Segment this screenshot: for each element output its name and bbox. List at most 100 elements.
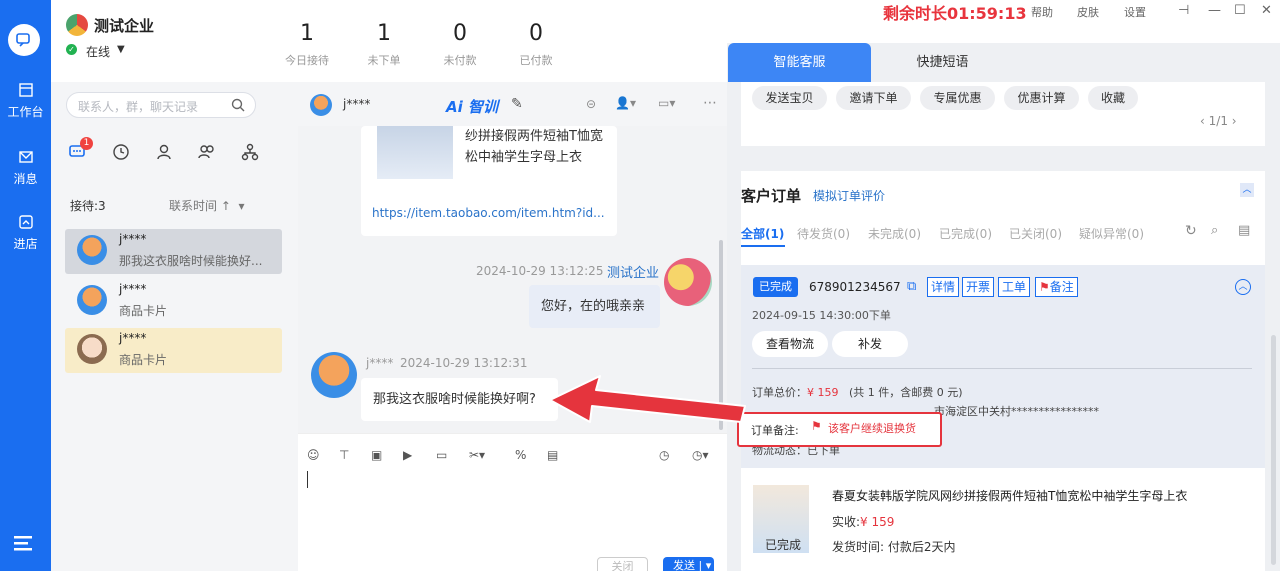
clipboard-icon[interactable]: ▤ — [547, 448, 558, 462]
close-chat-button[interactable]: 关闭 — [597, 557, 648, 571]
video-upload-icon[interactable]: ▶ — [403, 448, 412, 462]
contact-search-input[interactable]: 联系人，群，聊天记录 — [66, 92, 256, 118]
send-label: 发送 — [673, 559, 695, 571]
scissors-icon[interactable]: ✂▾ — [469, 448, 485, 462]
order-date: 2024-09-15 14:30:00下单 — [752, 309, 891, 322]
pagination: ‹ 1/1 › — [1200, 114, 1237, 128]
contact-item[interactable]: j**** 商品卡片 — [65, 328, 282, 373]
refresh-icon[interactable]: ↻ — [1185, 223, 1197, 239]
contact-name: j**** — [119, 331, 147, 345]
agent-message-bubble: 您好，在的哦亲亲 — [529, 285, 660, 328]
org-tab-icon[interactable] — [241, 143, 259, 165]
search-orders-icon[interactable]: ⌕ — [1211, 223, 1218, 238]
filter-pending-ship[interactable]: 待发货(0) — [797, 225, 850, 242]
contact-tab-icon[interactable] — [155, 143, 173, 165]
avatar — [77, 334, 107, 364]
search-icon — [231, 98, 245, 112]
maximize-icon[interactable]: ☐ — [1234, 3, 1246, 18]
video-icon[interactable]: ▭▾ — [658, 96, 675, 110]
stat-value: 1 — [300, 21, 314, 46]
sort-dropdown[interactable]: 联系时间 ↑ ▾ — [169, 197, 245, 214]
remark-tag-label: 备注 — [1049, 280, 1074, 294]
quick-action-invite-order[interactable]: 邀请下单 — [836, 86, 911, 110]
order-product-paid: 实收:¥ 159 — [832, 513, 894, 530]
filter-closed[interactable]: 已关闭(0) — [1009, 225, 1062, 242]
quick-action-exclusive-offer[interactable]: 专属优惠 — [920, 86, 995, 110]
ai-training-button[interactable]: Ai 智训 — [446, 96, 498, 117]
product-card[interactable]: 纱拼接假两件短袖T恤宽松中袖学生字母上衣 https://item.taobao… — [361, 126, 617, 236]
history-tab-icon[interactable] — [112, 143, 130, 165]
pin-icon[interactable]: ⊣ — [1178, 3, 1189, 18]
filter-all[interactable]: 全部(1) — [741, 225, 784, 242]
text-cursor[interactable] — [307, 471, 308, 488]
filter-abnormal[interactable]: 疑似异常(0) — [1079, 225, 1144, 242]
nav-item-store[interactable]: 进店 — [0, 214, 51, 252]
order-total: 订单总价：¥ 159 (共 1 件，含邮费 0 元) — [752, 384, 963, 400]
status-label[interactable]: 在线 — [86, 43, 110, 60]
customer-message-bubble: 那我这衣服啥时候能换好啊? — [361, 378, 558, 421]
skin-link[interactable]: 皮肤 — [1077, 4, 1099, 20]
sender-name: 测试企业 — [607, 266, 660, 281]
tab-quick-phrases[interactable]: 快捷短语 — [871, 43, 1014, 82]
filter-incomplete[interactable]: 未完成(0) — [868, 225, 921, 242]
minimize-icon[interactable]: — — [1208, 3, 1221, 18]
filter-completed[interactable]: 已完成(0) — [939, 225, 992, 242]
copy-icon[interactable]: ⧉ — [907, 279, 916, 294]
simulate-review-link[interactable]: 模拟订单评价 — [813, 187, 885, 204]
order-invoice-tag[interactable]: 开票 — [962, 277, 995, 297]
percent-icon[interactable]: % — [515, 448, 526, 462]
stat-label: 已付款 — [519, 54, 553, 67]
stat-label: 未下单 — [367, 54, 401, 67]
collapse-icon[interactable]: ︿ — [1240, 183, 1254, 197]
next-page-icon[interactable]: › — [1232, 114, 1237, 128]
stat-today: 1 今日接待 — [267, 20, 347, 68]
stat-value: 1 — [377, 21, 391, 46]
status-caret-icon[interactable]: ▼ — [117, 44, 125, 55]
order-total-note: (共 1 件，含邮费 0 元) — [849, 386, 963, 399]
emoji-status-icon[interactable]: ⊝ — [586, 97, 596, 111]
more-icon[interactable]: ⋯ — [703, 95, 717, 111]
history-icon[interactable]: ◷ — [659, 448, 669, 462]
emoji-icon[interactable]: ☺ — [307, 448, 320, 462]
expand-order-icon[interactable]: ︿ — [1235, 279, 1251, 295]
schedule-icon[interactable]: ◷▾ — [692, 448, 709, 462]
quick-action-send-item[interactable]: 发送宝贝 — [752, 86, 827, 110]
quick-action-favorite[interactable]: 收藏 — [1088, 86, 1138, 110]
settings-link[interactable]: 设置 — [1124, 4, 1146, 20]
order-detail-tag[interactable]: 详情 — [927, 277, 960, 297]
order-remark-tag[interactable]: ⚑备注 — [1035, 277, 1078, 297]
quick-action-discount-calc[interactable]: 优惠计算 — [1004, 86, 1079, 110]
contact-name: j**** — [119, 282, 147, 296]
store-icon — [18, 215, 33, 229]
help-link[interactable]: 帮助 — [1031, 4, 1053, 20]
nav-item-message[interactable]: 消息 — [0, 149, 51, 187]
chat-avatar — [310, 94, 332, 116]
sender-name: j**** — [366, 356, 394, 370]
menu-icon[interactable] — [14, 535, 34, 557]
order-address: 市海淀区中关村**************** — [934, 405, 1099, 418]
text-format-icon[interactable]: ⊤ — [339, 448, 349, 462]
chat-scrollbar[interactable] — [719, 240, 723, 430]
note-icon[interactable]: ✎ — [511, 96, 523, 112]
reissue-button[interactable]: 补发 — [832, 331, 908, 357]
right-scrollbar[interactable] — [1271, 335, 1276, 565]
nav-item-workbench[interactable]: 工作台 — [0, 82, 51, 120]
app-logo-icon[interactable] — [8, 24, 40, 56]
group-tab-icon[interactable] — [198, 143, 216, 165]
transfer-user-icon[interactable]: 👤▾ — [615, 96, 636, 110]
document-icon[interactable]: ▤ — [1238, 223, 1250, 238]
send-button[interactable]: 发送 | ▾ — [663, 557, 714, 571]
ai-label: 智训 — [467, 98, 498, 116]
product-card-link[interactable]: https://item.taobao.com/item.htm?id... — [372, 206, 605, 220]
image-icon[interactable]: ▣ — [371, 448, 382, 462]
contact-item[interactable]: j**** 商品卡片 — [65, 279, 282, 324]
prev-page-icon[interactable]: ‹ — [1200, 114, 1205, 128]
view-logistics-button[interactable]: 查看物流 — [752, 331, 828, 357]
folder-icon[interactable]: ▭ — [436, 448, 447, 462]
close-window-icon[interactable]: ✕ — [1261, 3, 1272, 18]
tab-smart-service[interactable]: 智能客服 — [728, 43, 871, 82]
order-ticket-tag[interactable]: 工单 — [998, 277, 1031, 297]
ship-label: 发货时间: — [832, 540, 885, 554]
nav-label-workbench: 工作台 — [7, 105, 44, 119]
contact-item[interactable]: j**** 那我这衣服啥时候能换好... — [65, 229, 282, 274]
